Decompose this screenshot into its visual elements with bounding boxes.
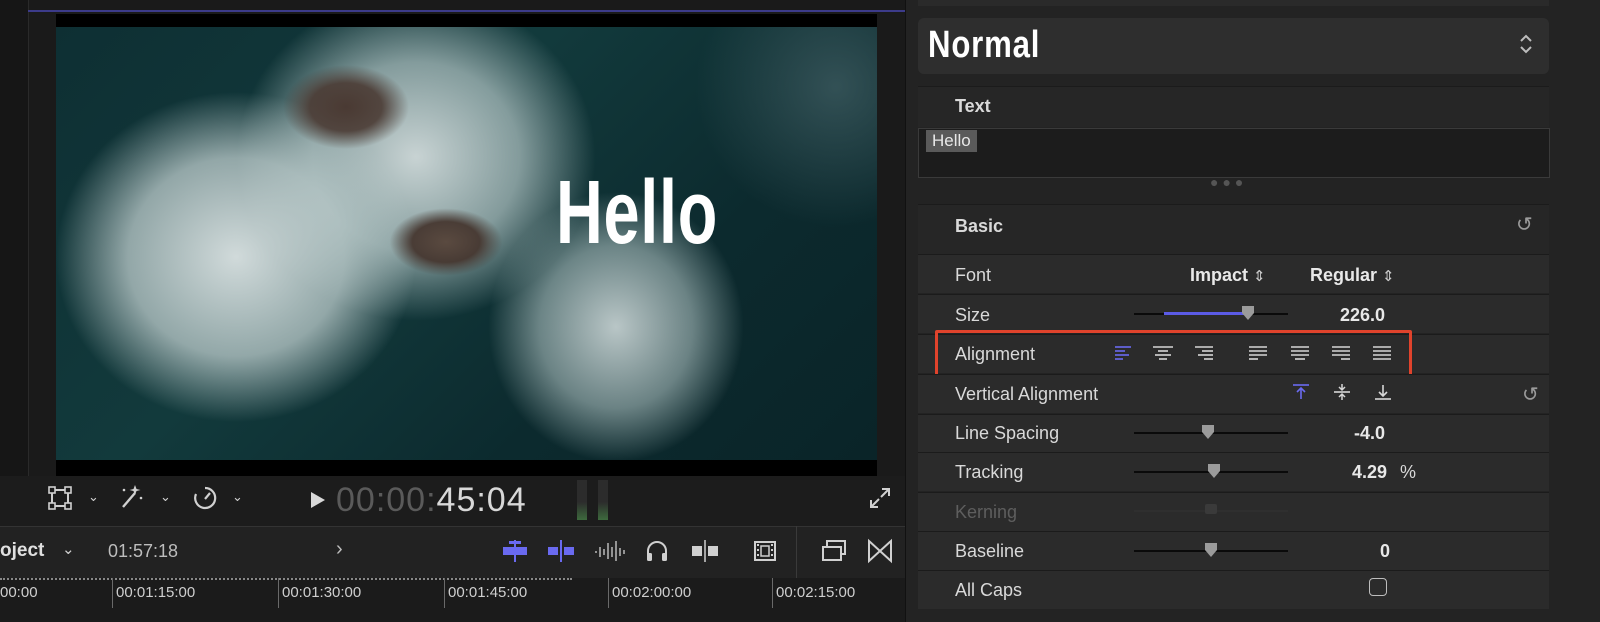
viewer-top-line: [28, 10, 905, 12]
enhance-wand-icon[interactable]: [118, 484, 144, 510]
tracking-value[interactable]: 4.29: [1352, 462, 1387, 483]
timeline-duration: 01:57:18: [108, 541, 179, 561]
video-preview[interactable]: [56, 27, 877, 460]
alignment-highlight-box: [935, 330, 1412, 378]
headphones-icon[interactable]: [644, 538, 670, 569]
ruler-label: 00:00: [0, 584, 38, 601]
vertical-alignment-label: Vertical Alignment: [955, 384, 1099, 404]
line-spacing-value[interactable]: -4.0: [1354, 423, 1385, 444]
timecode-current: 45:04: [436, 481, 527, 519]
kerning-label: Kerning: [955, 502, 1018, 522]
slider-knob[interactable]: [1240, 305, 1256, 326]
slider-knob[interactable]: [1200, 424, 1216, 445]
size-value[interactable]: 226.0: [1340, 305, 1385, 326]
ruler-tick: [112, 578, 113, 608]
chevron-down-icon[interactable]: ⌄: [88, 489, 99, 505]
timecode-display[interactable]: 00:00:45:04: [336, 481, 527, 520]
audio-waveform-icon[interactable]: [594, 539, 626, 568]
font-label: Font: [955, 265, 992, 285]
title-overlay-text[interactable]: Hello: [556, 168, 718, 258]
font-style-value: Regular: [1310, 265, 1378, 285]
valign-bottom-icon[interactable]: [1373, 383, 1393, 406]
ruler-tick: [444, 578, 445, 608]
slider-knob[interactable]: [1203, 542, 1219, 563]
baseline-label: Baseline: [955, 541, 1025, 561]
toolbar-divider: [796, 526, 797, 578]
ruler-label: 00:01:45:00: [448, 584, 528, 601]
project-name[interactable]: oject: [0, 540, 44, 562]
all-caps-checkbox[interactable]: [1369, 578, 1387, 596]
ruler-label: 00:01:30:00: [282, 584, 362, 601]
transitions-bowtie-icon[interactable]: [866, 538, 894, 569]
ruler-range: [0, 578, 572, 583]
audio-meter-left: [577, 480, 587, 520]
text-entry-field[interactable]: [918, 128, 1550, 178]
timecode-dim: 00:00:: [336, 481, 437, 519]
chevron-down-icon[interactable]: ⌄: [160, 489, 171, 505]
clip-insert-icon[interactable]: [546, 538, 576, 569]
ruler-label: 00:01:15:00: [116, 584, 196, 601]
fullscreen-icon[interactable]: [868, 486, 892, 515]
font-family-popup[interactable]: Impact ⇕: [1190, 265, 1266, 286]
text-section-label: Text: [955, 96, 991, 116]
slider-fill: [1164, 312, 1248, 315]
clip-window-icon[interactable]: [820, 538, 848, 569]
font-style-popup[interactable]: Regular ⇕: [1310, 265, 1395, 286]
chevron-down-icon[interactable]: ⌄: [232, 489, 243, 505]
ruler-tick: [608, 578, 609, 608]
ruler-tick: [278, 578, 279, 608]
tracking-unit: %: [1400, 462, 1417, 482]
ruler-label: 00:02:00:00: [612, 584, 692, 601]
valign-middle-icon[interactable]: [1332, 383, 1352, 406]
font-family-value: Impact: [1190, 265, 1249, 285]
size-label: Size: [955, 305, 991, 325]
kerning-slider-knob: [1205, 504, 1217, 514]
chevron-down-icon[interactable]: ⌄: [62, 540, 75, 558]
baseline-value[interactable]: 0: [1380, 541, 1390, 562]
text-section-header: [918, 86, 1549, 127]
transform-icon[interactable]: [48, 486, 72, 510]
preset-label: Normal: [928, 24, 1041, 66]
tracking-label: Tracking: [955, 462, 1024, 482]
chevron-right-icon[interactable]: ›: [336, 538, 343, 561]
reset-icon[interactable]: ↺: [1516, 212, 1533, 237]
basic-section-label: Basic: [955, 216, 1004, 236]
all-caps-label: All Caps: [955, 580, 1023, 600]
up-down-chevron-icon[interactable]: [1518, 32, 1534, 61]
inspector-top-strip: [918, 0, 1549, 6]
valign-top-icon[interactable]: [1291, 383, 1311, 406]
line-spacing-label: Line Spacing: [955, 423, 1060, 443]
up-down-chevron-icon: ⇕: [1382, 268, 1395, 285]
text-entry-selection[interactable]: Hello: [926, 130, 977, 152]
up-down-chevron-icon: ⇕: [1253, 268, 1266, 285]
clip-connect-icon[interactable]: [500, 538, 530, 569]
ruler-tick: [772, 578, 773, 608]
viewer-left-gutter: [0, 0, 29, 526]
reset-icon[interactable]: ↺: [1522, 382, 1539, 407]
clip-appearance-filmstrip-icon[interactable]: [752, 538, 778, 569]
audio-meter-right: [598, 480, 608, 520]
slider-knob[interactable]: [1206, 463, 1222, 484]
ruler-label: 00:02:15:00: [776, 584, 856, 601]
resize-handle-icon[interactable]: ●●●: [1210, 174, 1247, 190]
basic-section-header: [918, 204, 1549, 255]
retime-speed-icon[interactable]: [192, 485, 218, 511]
skimming-snap-icon[interactable]: [690, 538, 720, 569]
play-icon[interactable]: [309, 490, 327, 515]
